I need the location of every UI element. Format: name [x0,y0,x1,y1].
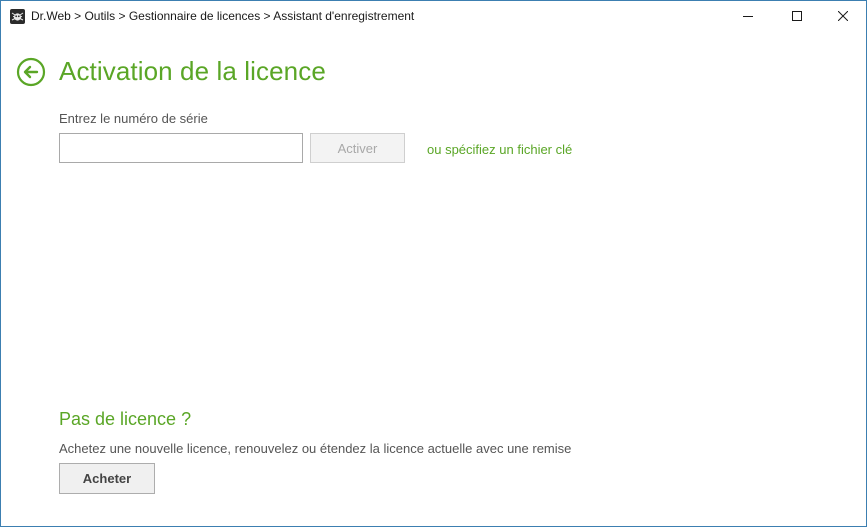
minimize-icon [743,16,753,17]
window-title: Dr.Web > Outils > Gestionnaire de licenc… [31,9,415,23]
drweb-spider-icon [10,9,25,24]
specify-key-file-link[interactable]: ou spécifiez un fichier clé [427,142,572,157]
back-button[interactable] [16,57,46,87]
maximize-icon [792,11,802,21]
no-license-description: Achetez une nouvelle licence, renouvelez… [59,441,572,456]
maximize-button[interactable] [774,1,820,31]
buy-button[interactable]: Acheter [59,463,155,494]
serial-number-label: Entrez le numéro de série [59,111,208,126]
close-icon [838,11,848,21]
title-bar[interactable]: Dr.Web > Outils > Gestionnaire de licenc… [1,1,866,31]
activate-button[interactable]: Activer [310,133,405,163]
close-button[interactable] [820,1,866,31]
serial-number-input[interactable] [59,133,303,163]
no-license-heading: Pas de licence ? [59,409,192,429]
app-window: Dr.Web > Outils > Gestionnaire de licenc… [0,0,867,527]
page-title: Activation de la licence [59,56,326,86]
back-arrow-icon [16,57,46,87]
minimize-button[interactable] [725,1,771,31]
